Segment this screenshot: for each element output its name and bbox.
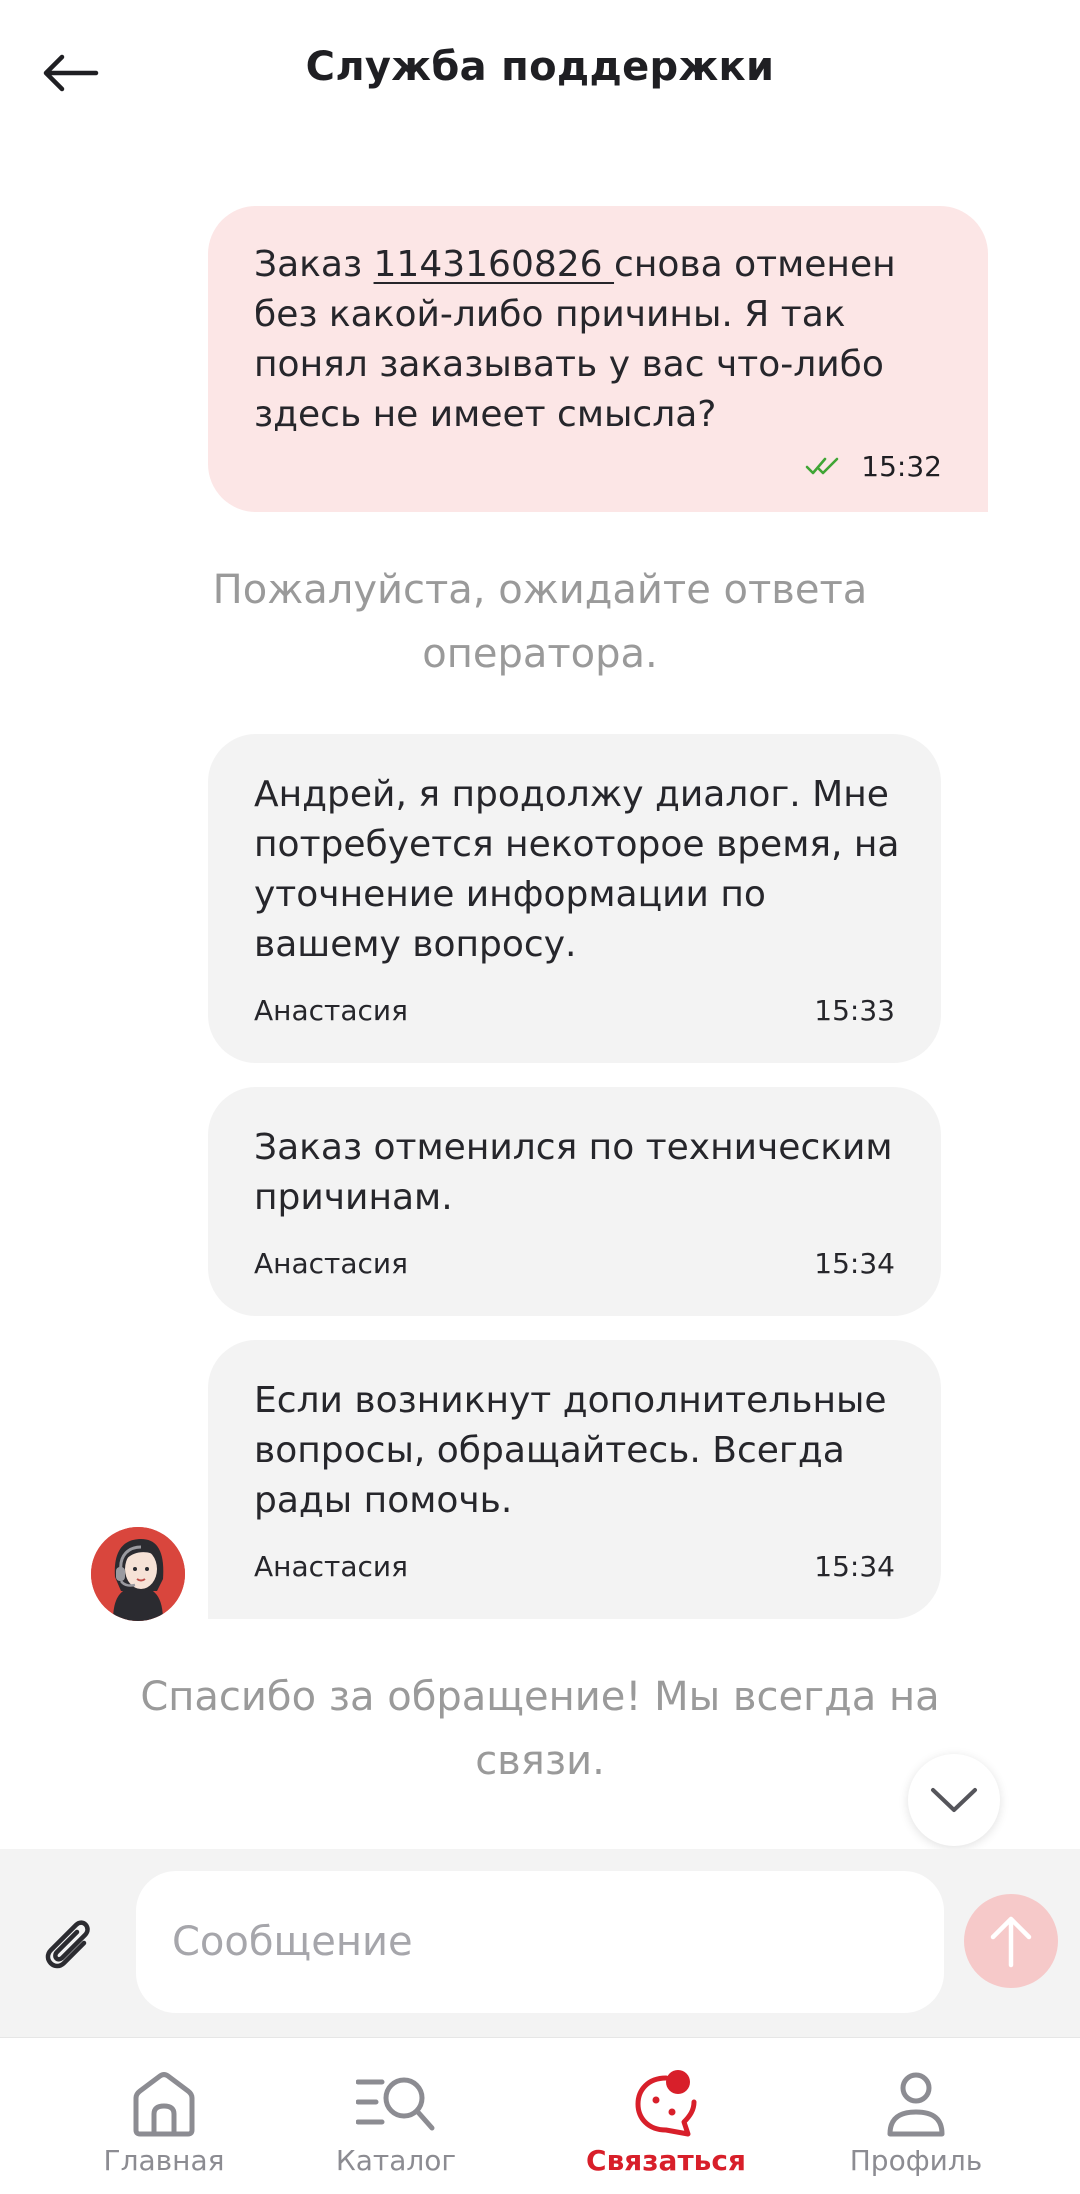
operator-message-text: Если возникнут дополнительные вопросы, о…	[254, 1380, 887, 1521]
user-message-text: Заказ 1143160826 снова отменен без какой…	[254, 240, 948, 440]
home-icon	[133, 2072, 195, 2137]
message-time: 15:34	[814, 1247, 895, 1280]
thanks-notice: Спасибо за обращение! Мы всегда на связи…	[140, 1674, 940, 1784]
operator-message-meta: Анастасия 15:34	[254, 1550, 895, 1590]
nav-item-profile[interactable]: Профиль	[806, 2038, 1026, 2194]
wait-notice: Пожалуйста, ожидайте ответа оператора.	[212, 567, 868, 677]
operator-name: Анастасия	[254, 994, 408, 1027]
nav-item-home[interactable]: Главная	[54, 2038, 274, 2194]
header: Служба поддержки	[0, 0, 1080, 150]
chat-support-icon	[635, 2070, 697, 2137]
page-title: Служба поддержки	[305, 44, 775, 90]
message-time: 15:34	[814, 1550, 895, 1583]
attach-button[interactable]	[34, 1909, 104, 1979]
operator-message-bubble: Если возникнут дополнительные вопросы, о…	[208, 1340, 941, 1619]
paperclip-icon	[45, 1920, 90, 1969]
operator-message-text: Заказ отменился по техническим причинам.	[254, 1127, 893, 1218]
chevron-down-icon	[931, 1788, 977, 1812]
operator-message-text: Андрей, я продолжу диалог. Мне потребует…	[254, 774, 900, 965]
send-button[interactable]	[964, 1894, 1058, 1988]
nav-label: Связаться	[586, 2144, 746, 2177]
operator-avatar	[91, 1527, 185, 1621]
arrow-up-icon	[990, 1916, 1032, 1968]
bottom-nav: Главная Каталог Связаться Профиль	[0, 2037, 1080, 2194]
message-time: 15:32	[861, 449, 942, 483]
message-composer	[0, 1849, 1080, 2037]
operator-message-meta: Анастасия 15:34	[254, 1247, 895, 1287]
scroll-down-button[interactable]	[908, 1754, 1000, 1846]
message-input[interactable]	[136, 1871, 944, 2013]
double-check-icon	[805, 457, 839, 475]
user-message-meta: 15:32	[805, 446, 942, 486]
operator-message-meta: Анастасия 15:33	[254, 994, 895, 1034]
message-prefix: Заказ	[254, 244, 374, 285]
operator-name: Анастасия	[254, 1550, 408, 1583]
catalog-search-icon	[356, 2077, 435, 2131]
nav-label: Каталог	[335, 2144, 457, 2177]
operator-message-bubble: Заказ отменился по техническим причинам.…	[208, 1087, 941, 1316]
profile-icon	[887, 2072, 945, 2137]
support-chat-screen: Служба поддержки Заказ 1143160826 снова …	[0, 0, 1080, 2194]
nav-label: Профиль	[849, 2144, 983, 2177]
operator-headset-avatar-icon	[91, 1527, 185, 1621]
operator-name: Анастасия	[254, 1247, 408, 1280]
operator-message-bubble: Андрей, я продолжу диалог. Мне потребует…	[208, 734, 941, 1063]
nav-item-catalog[interactable]: Каталог	[286, 2038, 506, 2194]
order-number-link[interactable]: 1143160826	[374, 244, 615, 285]
nav-item-contact[interactable]: Связаться	[556, 2038, 776, 2194]
user-message-bubble: Заказ 1143160826 снова отменен без какой…	[208, 206, 988, 512]
message-time: 15:33	[814, 994, 895, 1027]
nav-label: Главная	[103, 2144, 225, 2177]
